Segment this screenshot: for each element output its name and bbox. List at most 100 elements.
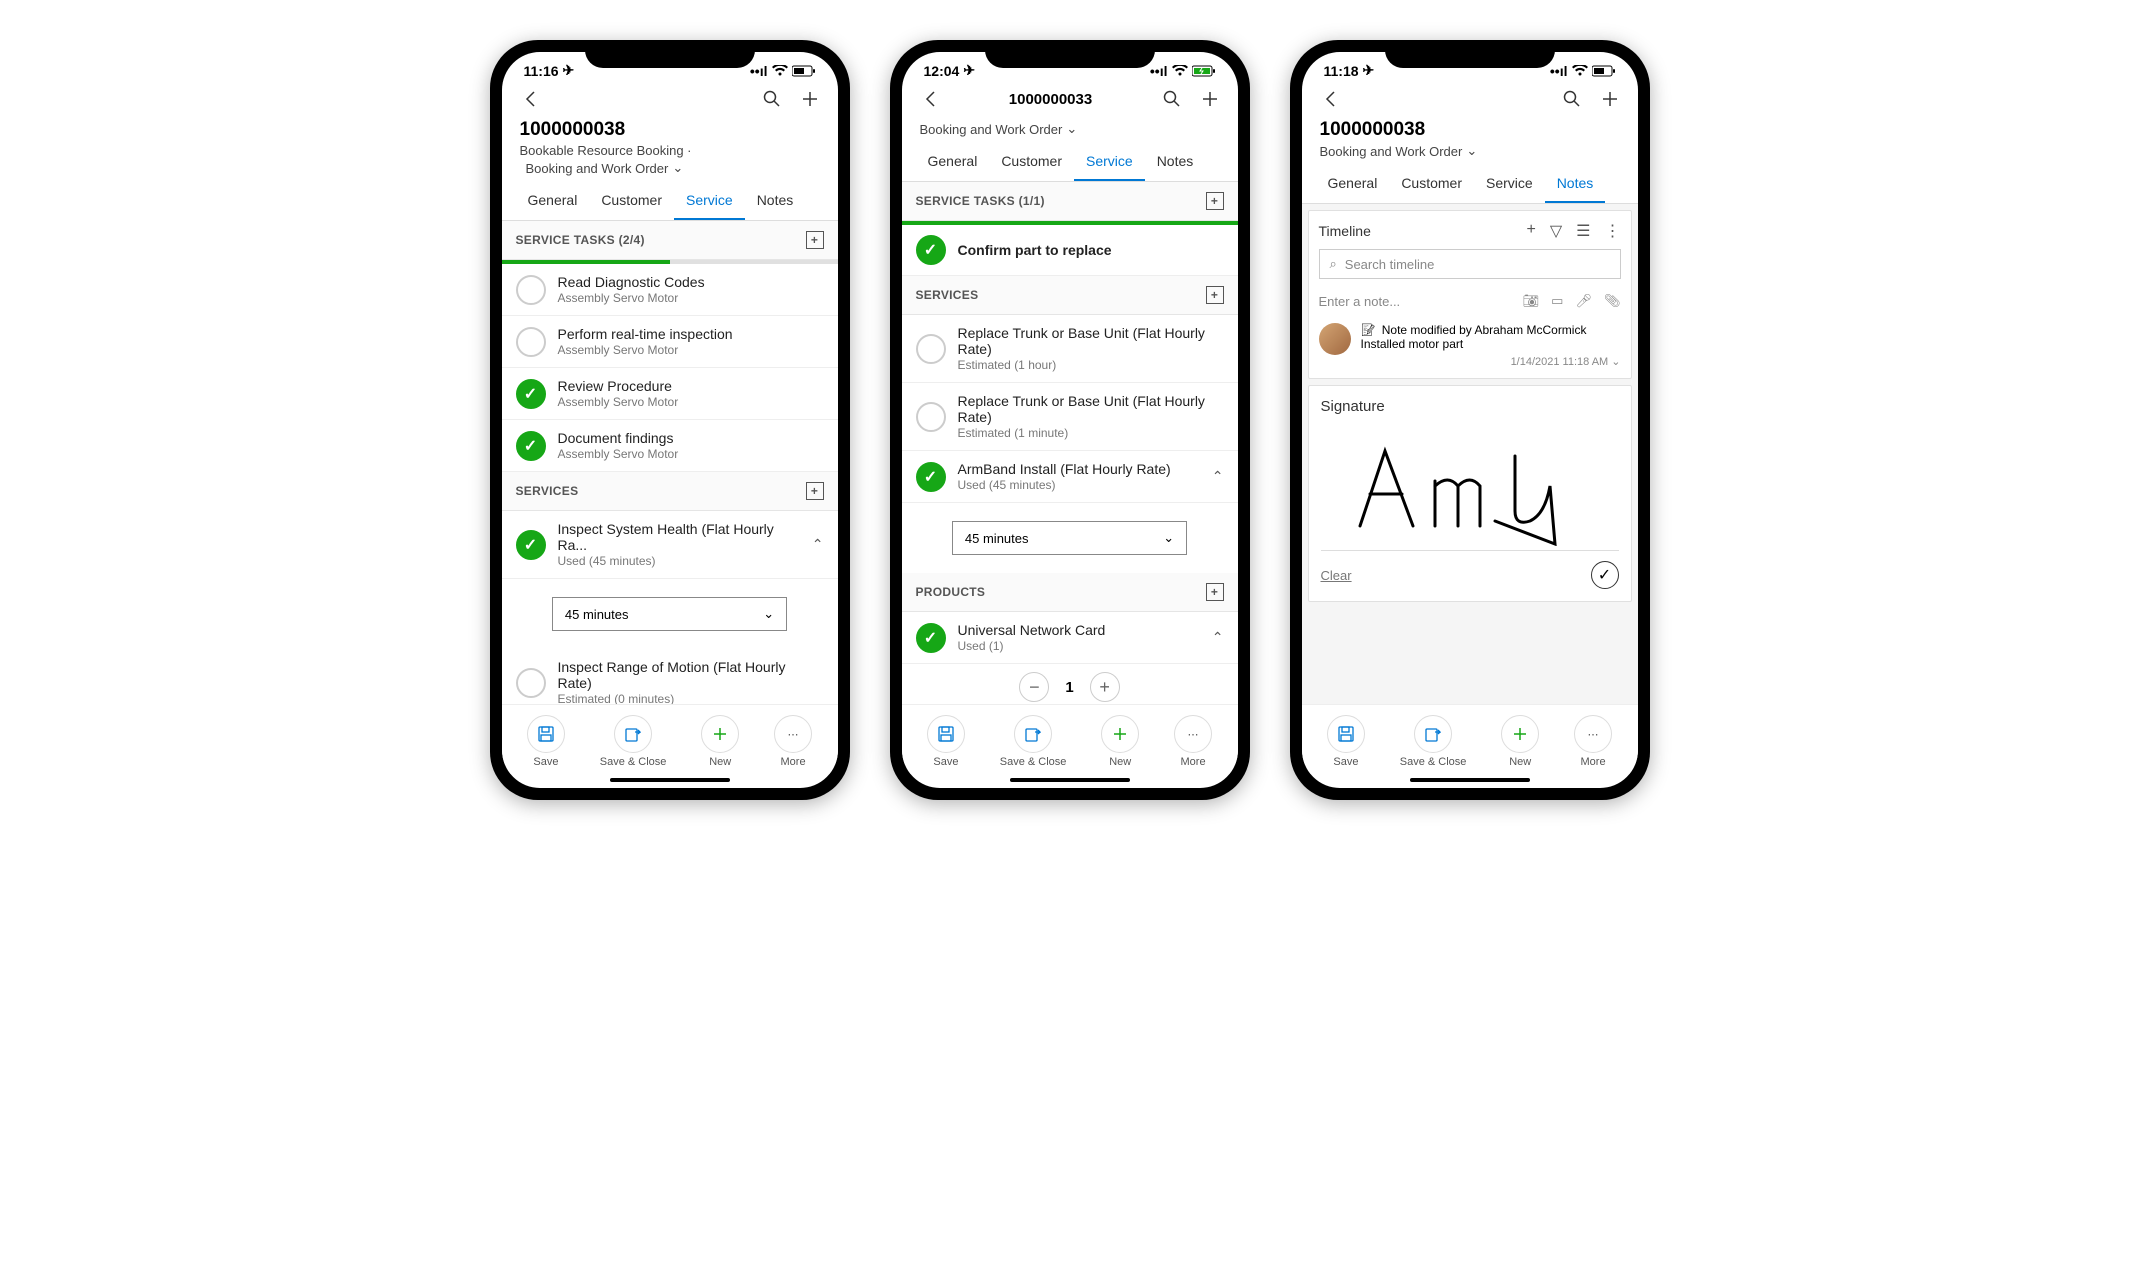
service-checkbox[interactable]	[916, 334, 946, 364]
product-checkbox[interactable]: ✓	[916, 623, 946, 653]
duration-dropdown[interactable]: 45 minutes⌄	[552, 597, 787, 631]
tab-notes[interactable]: Notes	[1145, 143, 1206, 181]
mic-icon[interactable]: 🎤︎	[1575, 293, 1592, 309]
save-close-button[interactable]: Save & Close	[600, 715, 667, 768]
duration-dropdown[interactable]: 45 minutes⌄	[952, 521, 1187, 555]
service-item[interactable]: Replace Trunk or Base Unit (Flat Hourly …	[902, 383, 1238, 451]
search-timeline-input[interactable]: ⌕ Search timeline	[1319, 249, 1621, 279]
section-services-header: SERVICES +	[502, 472, 838, 511]
chevron-down-icon[interactable]: ⌄	[1611, 356, 1620, 368]
tab-notes[interactable]: Notes	[1545, 165, 1606, 203]
plus-icon[interactable]	[800, 89, 820, 109]
timeline-note[interactable]: 📝︎Note modified by Abraham McCormick Ins…	[1319, 323, 1621, 368]
task-checkbox[interactable]	[516, 327, 546, 357]
filter-icon[interactable]: ▽	[1550, 221, 1562, 241]
product-item[interactable]: ✓ Universal Network CardUsed (1) ⌃	[902, 612, 1238, 664]
header	[502, 81, 838, 117]
breadcrumb-dropdown[interactable]: Booking and Work Order⌄	[520, 160, 820, 176]
attach-icon[interactable]: 📎︎	[1604, 293, 1621, 309]
add-task-icon[interactable]: +	[1206, 192, 1224, 210]
back-icon[interactable]	[920, 89, 940, 109]
add-product-icon[interactable]: +	[1206, 583, 1224, 601]
status-time: 11:16	[524, 63, 559, 79]
task-checkbox[interactable]: ✓	[916, 235, 946, 265]
clear-button[interactable]: Clear	[1321, 568, 1352, 583]
new-button[interactable]: New	[701, 715, 739, 768]
service-item[interactable]: ✓ Inspect System Health (Flat Hourly Ra.…	[502, 511, 838, 579]
add-service-icon[interactable]: +	[1206, 286, 1224, 304]
qty-minus-button[interactable]: −	[1019, 672, 1049, 702]
tab-notes[interactable]: Notes	[745, 182, 806, 220]
add-service-icon[interactable]: +	[806, 482, 824, 500]
signal-icon: ••ıl	[1550, 63, 1568, 79]
back-icon[interactable]	[520, 89, 540, 109]
content[interactable]: SERVICE TASKS (1/1) + ✓ Confirm part to …	[902, 182, 1238, 704]
back-icon[interactable]	[1320, 89, 1340, 109]
sort-icon[interactable]: ☰	[1576, 221, 1590, 241]
chevron-up-icon[interactable]: ⌃	[812, 536, 824, 553]
task-item[interactable]: Read Diagnostic CodesAssembly Servo Moto…	[502, 264, 838, 316]
more-button[interactable]: ⋯More	[774, 715, 812, 768]
search-icon[interactable]	[1162, 89, 1182, 109]
save-close-button[interactable]: Save & Close	[1400, 715, 1467, 768]
plus-icon[interactable]	[1600, 89, 1620, 109]
qty-plus-button[interactable]: +	[1090, 672, 1120, 702]
confirm-signature-button[interactable]: ✓	[1591, 561, 1619, 589]
service-item[interactable]: Replace Trunk or Base Unit (Flat Hourly …	[902, 315, 1238, 383]
breadcrumb-dropdown[interactable]: Booking and Work Order⌄	[902, 119, 1238, 143]
chevron-up-icon[interactable]: ⌃	[1212, 629, 1224, 646]
chevron-up-icon[interactable]: ⌃	[1212, 468, 1224, 485]
camera-icon[interactable]: 📷︎	[1523, 293, 1540, 309]
task-item[interactable]: ✓ Confirm part to replace	[902, 225, 1238, 276]
task-item[interactable]: ✓ Document findingsAssembly Servo Motor	[502, 420, 838, 472]
task-checkbox[interactable]	[516, 275, 546, 305]
service-checkbox[interactable]	[516, 668, 546, 698]
service-checkbox[interactable]	[916, 402, 946, 432]
plus-icon[interactable]	[1200, 89, 1220, 109]
task-item[interactable]: ✓ Review ProcedureAssembly Servo Motor	[502, 368, 838, 420]
add-task-icon[interactable]: +	[806, 231, 824, 249]
bottom-bar: Save Save & Close New ⋯More	[502, 704, 838, 774]
task-checkbox[interactable]: ✓	[516, 379, 546, 409]
note-input[interactable]: Enter a note... 📷︎ ▭ 🎤︎ 📎︎	[1319, 289, 1621, 313]
content[interactable]: Timeline + ▽ ☰ ⋮ ⌕ Search timeline Enter…	[1302, 204, 1638, 704]
add-icon[interactable]: +	[1527, 221, 1536, 241]
tab-service[interactable]: Service	[674, 182, 745, 220]
task-checkbox[interactable]: ✓	[516, 431, 546, 461]
service-item[interactable]: ✓ ArmBand Install (Flat Hourly Rate)Used…	[902, 451, 1238, 503]
search-icon[interactable]	[762, 89, 782, 109]
tab-customer[interactable]: Customer	[1389, 165, 1474, 203]
signature-canvas[interactable]	[1321, 421, 1619, 551]
new-button[interactable]: New	[1501, 715, 1539, 768]
tab-service[interactable]: Service	[1074, 143, 1145, 181]
search-icon[interactable]	[1562, 89, 1582, 109]
save-button[interactable]: Save	[927, 715, 965, 768]
video-icon[interactable]: ▭	[1551, 293, 1563, 309]
save-button[interactable]: Save	[1327, 715, 1365, 768]
content[interactable]: SERVICE TASKS (2/4) + Read Diagnostic Co…	[502, 221, 838, 704]
title-block: 1000000038 Bookable Resource Booking · B…	[502, 117, 838, 182]
service-checkbox[interactable]: ✓	[916, 462, 946, 492]
save-close-button[interactable]: Save & Close	[1000, 715, 1067, 768]
new-button[interactable]: New	[1101, 715, 1139, 768]
tab-service[interactable]: Service	[1474, 165, 1545, 203]
timeline-label: Timeline	[1319, 223, 1371, 239]
section-products-header: PRODUCTS +	[902, 573, 1238, 612]
service-item[interactable]: Inspect Range of Motion (Flat Hourly Rat…	[502, 649, 838, 704]
save-button[interactable]: Save	[527, 715, 565, 768]
tab-customer[interactable]: Customer	[989, 143, 1074, 181]
breadcrumb-dropdown[interactable]: Booking and Work Order⌄	[1320, 143, 1620, 159]
tab-general[interactable]: General	[1316, 165, 1390, 203]
more-button[interactable]: ⋯More	[1174, 715, 1212, 768]
more-button[interactable]: ⋯More	[1574, 715, 1612, 768]
service-checkbox[interactable]: ✓	[516, 530, 546, 560]
signature-panel: Signature Clear ✓	[1308, 385, 1632, 602]
tabs: General Customer Service Notes	[502, 182, 838, 221]
chevron-down-icon: ⌄	[763, 606, 774, 622]
screen: 11:18✈︎ ••ıl 1000000038 Booking and Work…	[1302, 52, 1638, 788]
tab-customer[interactable]: Customer	[589, 182, 674, 220]
tab-general[interactable]: General	[916, 143, 990, 181]
more-icon[interactable]: ⋮	[1605, 221, 1621, 241]
tab-general[interactable]: General	[516, 182, 590, 220]
task-item[interactable]: Perform real-time inspectionAssembly Ser…	[502, 316, 838, 368]
